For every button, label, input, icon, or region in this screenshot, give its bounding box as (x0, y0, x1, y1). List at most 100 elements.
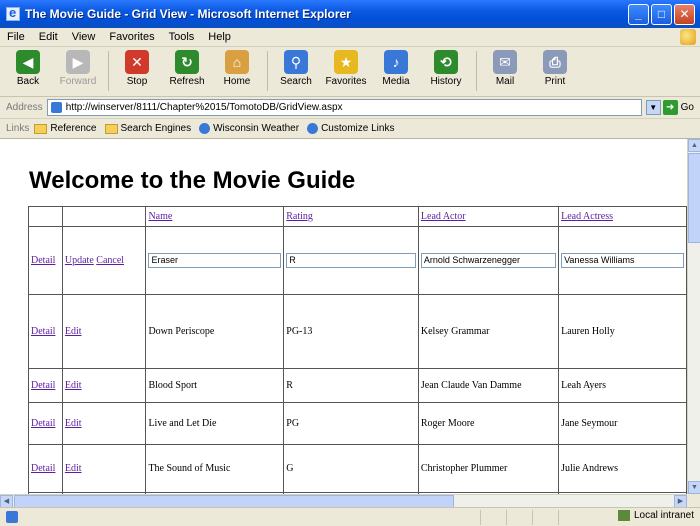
toolbar-button-label: Back (16, 76, 40, 87)
sort-name-link[interactable]: Name (148, 211, 172, 222)
address-dropdown-button[interactable]: ▼ (645, 100, 661, 115)
menu-file[interactable]: File (0, 31, 32, 43)
actress-cell: Julie Andrews (558, 444, 687, 493)
favorites-icon: ★ (334, 50, 358, 74)
address-url: http://winserver/8111/Chapter%2015/Tomot… (65, 102, 343, 113)
print-icon: ⎙ (543, 50, 567, 74)
toolbar-button-label: History (430, 76, 462, 87)
edit-link[interactable]: Edit (65, 418, 82, 429)
actress-cell: Jane Seymour (558, 402, 687, 445)
scrollbar-corner (687, 494, 700, 507)
horizontal-scrollbar[interactable]: ◀ ▶ (0, 494, 687, 508)
status-pane (532, 510, 558, 525)
name-input[interactable]: Eraser (148, 253, 282, 268)
menu-tools[interactable]: Tools (162, 31, 202, 43)
row-edit-cell: Edit (61, 294, 147, 369)
refresh-icon: ↻ (175, 50, 199, 74)
status-pane (558, 510, 584, 525)
link-wisconsin-weather[interactable]: Wisconsin Weather (199, 123, 299, 134)
update-link[interactable]: Update (65, 255, 94, 266)
menu-view[interactable]: View (65, 31, 103, 43)
ie-page-icon (199, 123, 211, 134)
history-icon: ⟲ (434, 50, 458, 74)
status-pane (480, 510, 506, 525)
link-search-engines[interactable]: Search Engines (104, 123, 192, 134)
close-button[interactable]: ✕ (674, 3, 695, 25)
minimize-button[interactable]: _ (628, 3, 649, 25)
detail-link[interactable]: Detail (31, 463, 55, 474)
detail-link[interactable]: Detail (31, 380, 55, 391)
forward-button[interactable]: ▶ Forward (56, 47, 100, 87)
row-edit-cell: Edit (61, 444, 147, 493)
header-lead-actor[interactable]: Lead Actor (417, 206, 560, 227)
detail-link[interactable]: Detail (31, 255, 55, 266)
menu-bar: File Edit View Favorites Tools Help (0, 28, 700, 47)
page-icon (50, 102, 62, 113)
search-button[interactable]: ⚲ Search (274, 47, 318, 87)
edit-link[interactable]: Edit (65, 326, 82, 337)
row-detail-cell: Detail (28, 226, 63, 295)
actress-cell: Lauren Holly (558, 294, 687, 369)
table-row: Detail Edit Down Periscope PG-13 Kelsey … (28, 294, 687, 369)
maximize-button[interactable]: □ (651, 3, 672, 25)
header-lead-actress[interactable]: Lead Actress (558, 206, 687, 227)
history-button[interactable]: ⟲ History (424, 47, 468, 87)
sort-lead-actress-link[interactable]: Lead Actress (561, 211, 613, 222)
page-status-icon (6, 511, 18, 523)
sort-rating-link[interactable]: Rating (286, 211, 313, 222)
detail-link[interactable]: Detail (31, 326, 55, 337)
actor-cell: Arnold Schwarzenegger (417, 226, 560, 295)
standard-toolbar: ◀ Back ▶ Forward ✕ Stop ↻ Refresh ⌂ Home ⚲ Search ★ F… (0, 47, 700, 97)
toolbar-button-label: Refresh (169, 76, 205, 87)
toolbar-separator (108, 51, 109, 91)
intranet-zone-icon (617, 510, 630, 521)
media-button[interactable]: ♪ Media (374, 47, 418, 87)
link-label: Search Engines (120, 123, 192, 134)
name-cell: Down Periscope (145, 294, 285, 369)
stop-button[interactable]: ✕ Stop (115, 47, 159, 87)
link-label: Reference (50, 123, 97, 134)
folder-icon (34, 123, 48, 134)
zone-label: Local intranet (633, 510, 694, 521)
cancel-link[interactable]: Cancel (96, 255, 124, 266)
scroll-up-arrow-icon[interactable]: ▲ (688, 139, 700, 152)
link-customize-links[interactable]: Customize Links (307, 123, 394, 134)
address-bar: Address http://winserver/8111/Chapter%20… (0, 97, 700, 119)
row-edit-cell: Edit (61, 368, 147, 403)
go-button[interactable]: ➜ Go (662, 100, 694, 115)
scroll-down-arrow-icon[interactable]: ▼ (688, 481, 700, 494)
favorites-button[interactable]: ★ Favorites (324, 47, 368, 87)
rating-cell: PG (283, 402, 419, 445)
home-button[interactable]: ⌂ Home (215, 47, 259, 87)
menu-help[interactable]: Help (201, 31, 238, 43)
mail-button[interactable]: ✉ Mail (483, 47, 527, 87)
status-bar: Local intranet (0, 507, 700, 526)
header-rating[interactable]: Rating (283, 206, 419, 227)
lead-actress-input[interactable]: Vanessa Williams (561, 253, 684, 268)
vertical-scrollbar[interactable]: ▲ ▼ (687, 139, 700, 494)
lead-actor-input[interactable]: Arnold Schwarzenegger (420, 253, 557, 268)
header-name[interactable]: Name (145, 206, 285, 227)
sort-lead-actor-link[interactable]: Lead Actor (421, 211, 466, 222)
detail-link[interactable]: Detail (31, 418, 55, 429)
page-title: Welcome to the Movie Guide (29, 167, 356, 194)
security-zone: Local intranet (617, 510, 694, 521)
print-button[interactable]: ⎙ Print (533, 47, 577, 87)
toolbar-button-label: Home (223, 76, 251, 87)
rating-input[interactable]: R (286, 253, 416, 268)
back-button[interactable]: ◀ Back (6, 47, 50, 87)
toolbar-button-label: Print (544, 76, 566, 87)
vertical-scroll-thumb[interactable] (688, 153, 700, 243)
header-row: Name Rating Lead Actor Lead Actress (28, 206, 687, 227)
page-viewport: Welcome to the Movie Guide Name Rating L… (0, 139, 687, 494)
edit-link[interactable]: Edit (65, 380, 82, 391)
edit-link[interactable]: Edit (65, 463, 82, 474)
menu-favorites[interactable]: Favorites (102, 31, 161, 43)
ie-icon (6, 5, 20, 21)
toolbar-button-label: Search (280, 76, 312, 87)
refresh-button[interactable]: ↻ Refresh (165, 47, 209, 87)
menu-edit[interactable]: Edit (32, 31, 65, 43)
media-icon: ♪ (384, 50, 408, 74)
link-reference[interactable]: Reference (34, 123, 97, 134)
address-input[interactable]: http://winserver/8111/Chapter%2015/Tomot… (46, 99, 642, 116)
